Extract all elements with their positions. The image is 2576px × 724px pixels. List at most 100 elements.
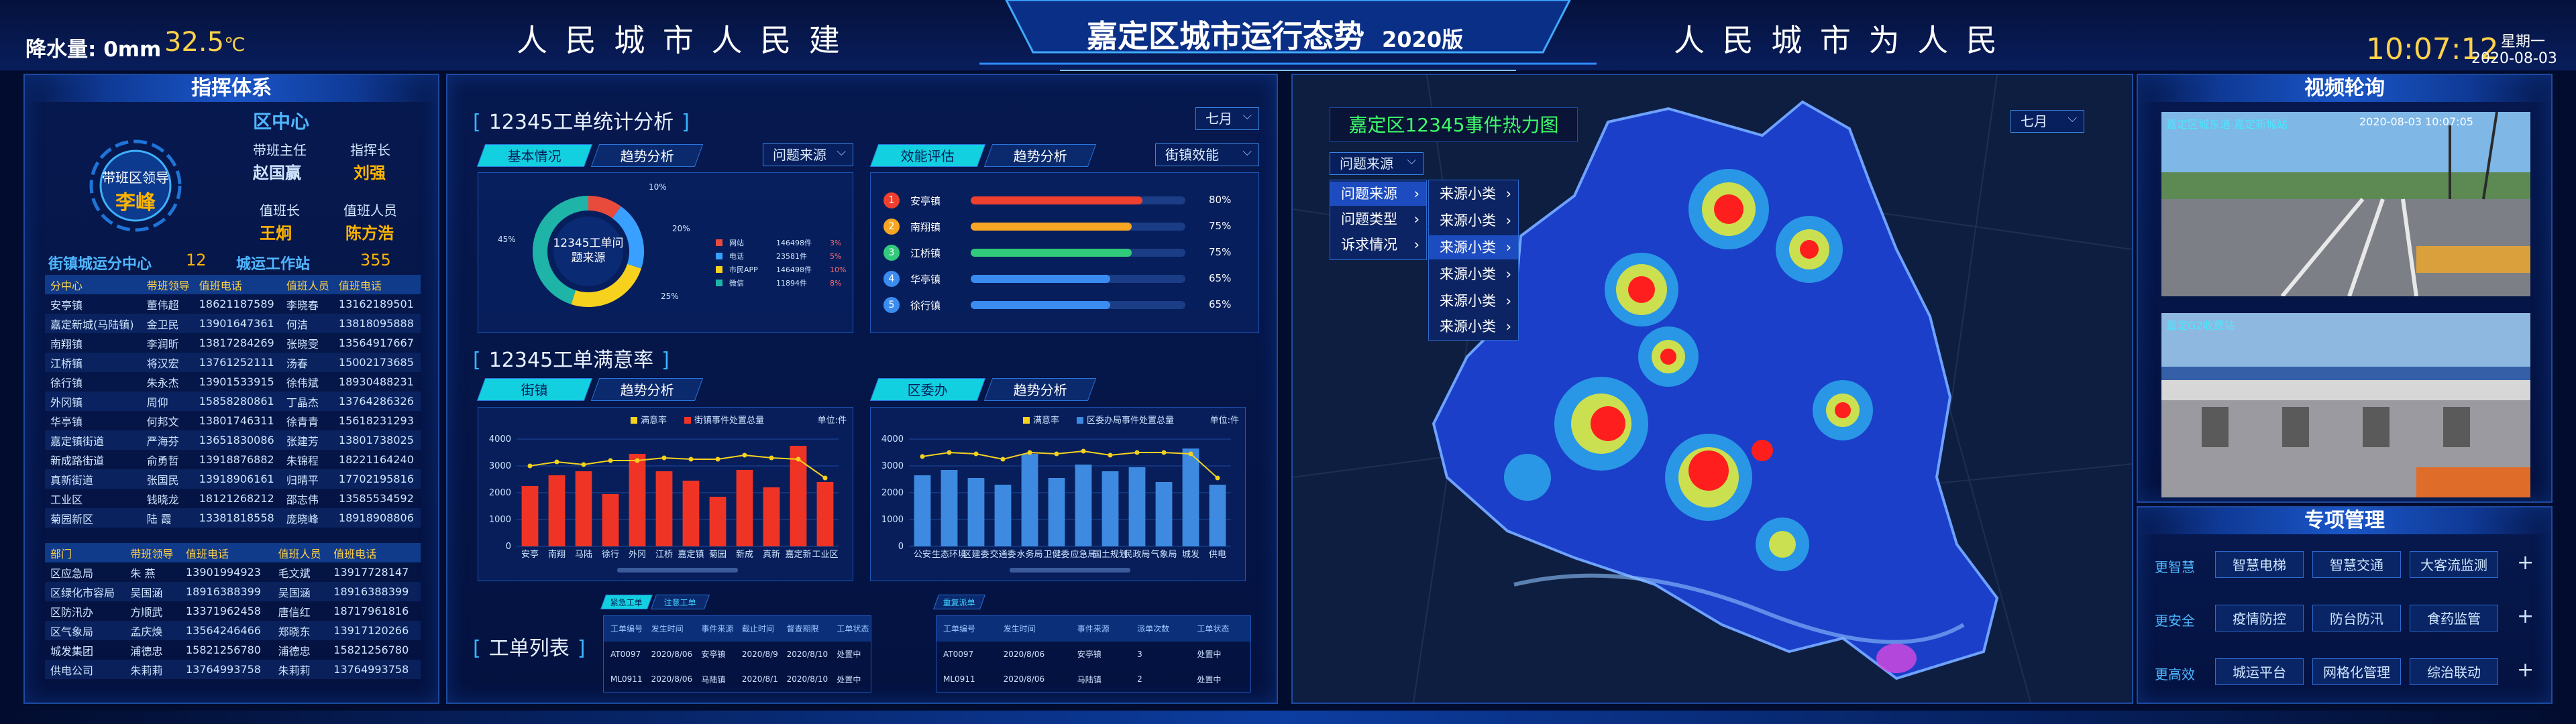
bar[interactable] <box>602 494 619 546</box>
bar[interactable] <box>994 485 1012 546</box>
tab-town[interactable]: 街镇 <box>476 378 593 401</box>
bar[interactable] <box>709 497 727 546</box>
table-row[interactable]: 供电公司 朱莉莉 13764993758 朱莉莉 13764993758 <box>45 660 421 679</box>
source-select[interactable]: 问题来源 <box>763 141 853 166</box>
plus-icon[interactable]: + <box>2517 658 2534 682</box>
submenu-item-3[interactable]: 来源小类 <box>1429 235 1518 259</box>
tab-repeat-orders[interactable]: 重复派单 <box>932 595 986 609</box>
camera-feed-1[interactable] <box>2161 112 2530 296</box>
table-row[interactable]: 区绿化市容局 吴国涵 18916388399 吴国涵 18916388399 <box>45 582 421 601</box>
tab-attention-orders[interactable]: 注意工单 <box>650 595 710 609</box>
bar[interactable] <box>1182 448 1199 546</box>
line-point[interactable] <box>1000 457 1006 462</box>
table-row[interactable]: 工业区 钱晓龙 18121268212 邵志伟 13585534592 <box>45 489 421 508</box>
submenu-item-5[interactable]: 来源小类 <box>1429 289 1518 313</box>
table-row[interactable]: 嘉定镇街道 严海芬 13651830086 张建芳 13801738025 <box>45 430 421 450</box>
line-point[interactable] <box>742 452 747 458</box>
table-row[interactable]: 区防汛办 方顺武 13371962458 唐信红 18717961816 <box>45 601 421 621</box>
bar[interactable] <box>763 487 780 546</box>
line-point[interactable] <box>796 457 801 462</box>
bar[interactable] <box>521 486 539 546</box>
line-point[interactable] <box>947 450 952 455</box>
menu-item-source[interactable]: 问题来源 <box>1330 182 1426 206</box>
bar[interactable] <box>816 482 834 546</box>
plus-icon[interactable]: + <box>2517 605 2534 628</box>
order-row[interactable]: ML0911 2020/8/06 马陆镇 2020/8/1 2020/8/10 处置中 <box>604 667 871 692</box>
special-item-button[interactable]: 食药监管 <box>2410 605 2498 631</box>
camera-feed-2[interactable] <box>2161 313 2530 497</box>
line-point[interactable] <box>715 457 720 462</box>
heatmap-month-select[interactable]: 七月 <box>2010 108 2084 133</box>
submenu-item-1[interactable]: 来源小类 <box>1429 182 1518 206</box>
line-point[interactable] <box>822 475 828 481</box>
bar[interactable] <box>1128 467 1146 546</box>
tab-dept[interactable]: 区委办 <box>869 378 986 401</box>
bar[interactable] <box>967 478 985 546</box>
tab-trend-2[interactable]: 趋势分析 <box>983 144 1097 167</box>
efficiency-select[interactable]: 街镇效能 <box>1155 141 1259 166</box>
table-row[interactable]: 新成路街道 俞勇哲 13918876882 朱锦程 18221164240 <box>45 450 421 469</box>
bar[interactable] <box>1048 478 1065 546</box>
line-point[interactable] <box>1215 475 1220 481</box>
special-item-button[interactable]: 疫情防控 <box>2215 605 2304 631</box>
table-row[interactable]: 徐行镇 朱永杰 13901533915 徐伟斌 18930488231 <box>45 372 421 391</box>
chart-scrollbar[interactable] <box>617 568 738 572</box>
line-point[interactable] <box>1054 451 1059 457</box>
chart-scrollbar[interactable] <box>1010 568 1130 572</box>
bar[interactable] <box>1075 465 1092 546</box>
bar[interactable] <box>1155 482 1173 546</box>
line-point[interactable] <box>661 455 667 461</box>
bar[interactable] <box>548 475 566 546</box>
line-point[interactable] <box>1027 450 1032 455</box>
table-row[interactable]: 区应急局 朱 燕 13901994923 毛文斌 13917728147 <box>45 562 421 582</box>
submenu-item-6[interactable]: 来源小类 <box>1429 314 1518 339</box>
bar[interactable] <box>1021 454 1038 546</box>
line-point[interactable] <box>581 462 586 467</box>
table-row[interactable]: 安亭镇 董伟超 18621187589 李晓春 13162189501 <box>45 294 421 314</box>
bar[interactable] <box>1209 485 1226 546</box>
table-row[interactable]: 区气象局 孟庆焕 13564246466 郑晓东 13917120266 <box>45 621 421 640</box>
line-point[interactable] <box>1188 451 1193 457</box>
plus-icon[interactable]: + <box>2517 551 2534 575</box>
month-select[interactable]: 七月 <box>1195 105 1259 130</box>
line-point[interactable] <box>920 454 925 459</box>
order-row[interactable]: ML0911 2020/8/06 马陆镇 2 处置中 <box>936 667 1251 692</box>
bar[interactable] <box>629 454 646 546</box>
menu-item-demand[interactable]: 诉求情况 <box>1330 233 1426 257</box>
line-point[interactable] <box>1134 450 1140 455</box>
line-point[interactable] <box>1161 450 1167 455</box>
special-item-button[interactable]: 防台防汛 <box>2312 605 2401 631</box>
submenu-item-4[interactable]: 来源小类 <box>1429 262 1518 286</box>
order-row[interactable]: AT0097 2020/8/06 安亭镇 2020/8/9 2020/8/10 处置中 <box>604 642 871 667</box>
table-row[interactable]: 菊园新区陆 霞 13381818558 庞晓峰 18918908806 <box>45 508 421 528</box>
tab-urgent-orders[interactable]: 紧急工单 <box>600 595 653 609</box>
tab-dept-trend[interactable]: 趋势分析 <box>983 378 1097 401</box>
bar[interactable] <box>655 471 673 546</box>
bar[interactable] <box>914 475 931 546</box>
table-row[interactable]: 南翔镇 李润昕 13817284269 张晓雯 13564917667 <box>45 333 421 353</box>
table-row[interactable]: 外冈镇 周仰 15858280861 丁晶杰 13764286326 <box>45 391 421 411</box>
table-row[interactable]: 江桥镇 将汉宏 13761252111 汤春 15002173685 <box>45 353 421 372</box>
bar[interactable] <box>1102 471 1119 546</box>
bar[interactable] <box>736 470 753 546</box>
table-row[interactable]: 真新街道 张国民 13918906161 归晴平 17702195816 <box>45 469 421 489</box>
special-item-button[interactable]: 智慧交通 <box>2312 551 2401 578</box>
line-point[interactable] <box>1081 448 1086 454</box>
line-point[interactable] <box>527 463 533 469</box>
submenu-item-2[interactable]: 来源小类 <box>1429 208 1518 233</box>
heatmap-source-select[interactable]: 问题来源 <box>1330 150 1424 175</box>
special-item-button[interactable]: 智慧电梯 <box>2215 551 2304 578</box>
bar[interactable] <box>575 471 592 546</box>
table-row[interactable]: 华亭镇 何邦文 13801746311 徐青青 15618231293 <box>45 411 421 430</box>
special-item-button[interactable]: 综治联动 <box>2410 658 2498 685</box>
line-point[interactable] <box>973 451 979 457</box>
special-item-button[interactable]: 城运平台 <box>2215 658 2304 685</box>
table-row[interactable]: 城发集团 浦德忠 15821256780 浦德忠 15821256780 <box>45 640 421 660</box>
tab-basic-info[interactable]: 基本情况 <box>476 144 593 167</box>
line-point[interactable] <box>635 458 640 463</box>
special-item-button[interactable]: 大客流监测 <box>2410 551 2498 578</box>
line-point[interactable] <box>608 458 613 463</box>
tab-town-trend[interactable]: 趋势分析 <box>590 378 704 401</box>
line-point[interactable] <box>554 459 559 465</box>
bar[interactable] <box>682 481 700 546</box>
